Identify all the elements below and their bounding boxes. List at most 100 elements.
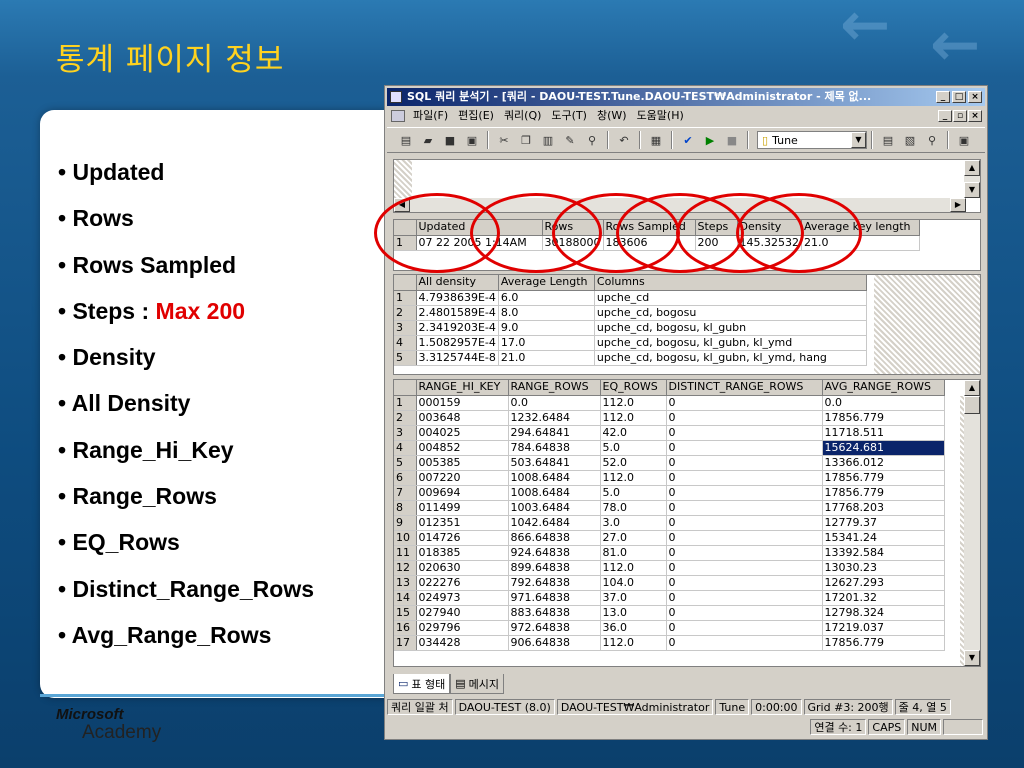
- table-cell[interactable]: 005385: [416, 455, 509, 471]
- table-cell[interactable]: 17856.779: [822, 470, 945, 486]
- table-cell[interactable]: upche_cd, bogosu, kl_gubn, kl_ymd, hang: [594, 350, 867, 366]
- display-plan-icon[interactable]: ⚲: [924, 132, 940, 148]
- table-cell[interactable]: 866.64838: [508, 530, 601, 546]
- tab-messages[interactable]: ▤ 메시지: [450, 674, 505, 694]
- column-header[interactable]: AVG_RANGE_ROWS: [822, 380, 945, 396]
- table-cell[interactable]: 5.0: [600, 440, 667, 456]
- tab-grid[interactable]: ▭ 표 형태: [393, 674, 451, 694]
- table-cell[interactable]: 0.0: [822, 395, 945, 411]
- table-cell[interactable]: 15341.24: [822, 530, 945, 546]
- table-cell[interactable]: 971.64838: [508, 590, 601, 606]
- menu-item[interactable]: 도움말(H): [632, 107, 689, 125]
- table-cell[interactable]: 81.0: [600, 545, 667, 561]
- table-cell[interactable]: 6.0: [498, 290, 595, 306]
- table-cell[interactable]: 0: [666, 470, 823, 486]
- table-row[interactable]: 12 020630 899.64838 112.0 0 13030.23: [394, 560, 945, 576]
- stop-icon[interactable]: ■: [724, 132, 740, 148]
- object-browser-icon[interactable]: ▤: [880, 132, 896, 148]
- table-cell[interactable]: 1042.6484: [508, 515, 601, 531]
- table-cell[interactable]: 024973: [416, 590, 509, 606]
- table-cell[interactable]: 13392.584: [822, 545, 945, 561]
- table-cell[interactable]: 007220: [416, 470, 509, 486]
- table-cell[interactable]: 42.0: [600, 425, 667, 441]
- histogram-vertical-scrollbar[interactable]: ▲ ▼: [964, 380, 980, 666]
- table-cell[interactable]: 906.64838: [508, 635, 601, 651]
- table-cell[interactable]: 004025: [416, 425, 509, 441]
- table-row[interactable]: 5 3.3125744E-8 21.0 upche_cd, bogosu, kl_gu…: [394, 350, 867, 366]
- table-cell[interactable]: 17768.203: [822, 500, 945, 516]
- table-cell[interactable]: 0: [666, 635, 823, 651]
- table-cell[interactable]: 17.0: [498, 335, 595, 351]
- table-cell[interactable]: 0: [666, 425, 823, 441]
- clear-icon[interactable]: ✎: [562, 132, 578, 148]
- column-header[interactable]: Average Length: [498, 275, 595, 291]
- table-cell[interactable]: 9.0: [498, 320, 595, 336]
- table-cell[interactable]: 0: [666, 545, 823, 561]
- table-cell[interactable]: 027940: [416, 605, 509, 621]
- menu-item[interactable]: 쿼리(Q): [499, 107, 546, 125]
- table-cell[interactable]: upche_cd, bogosu: [594, 305, 867, 321]
- table-cell[interactable]: 8.0: [498, 305, 595, 321]
- table-cell[interactable]: 972.64838: [508, 620, 601, 636]
- table-cell[interactable]: 0: [666, 410, 823, 426]
- table-cell[interactable]: 36.0: [600, 620, 667, 636]
- paste-icon[interactable]: ▥: [540, 132, 556, 148]
- table-cell[interactable]: 13.0: [600, 605, 667, 621]
- table-cell[interactable]: 0: [666, 455, 823, 471]
- column-header[interactable]: RANGE_HI_KEY: [416, 380, 509, 396]
- execute-icon[interactable]: ▶: [702, 132, 718, 148]
- table-cell[interactable]: upche_cd, bogosu, kl_gubn, kl_ymd: [594, 335, 867, 351]
- table-cell[interactable]: 003648: [416, 410, 509, 426]
- save-icon[interactable]: ■: [442, 132, 458, 148]
- table-row[interactable]: 7 009694 1008.6484 5.0 0 17856.779: [394, 485, 945, 501]
- column-header[interactable]: EQ_ROWS: [600, 380, 667, 396]
- table-cell[interactable]: 0: [666, 575, 823, 591]
- table-cell[interactable]: 503.64841: [508, 455, 601, 471]
- table-row[interactable]: 14 024973 971.64838 37.0 0 17201.32: [394, 590, 945, 606]
- child-restore-button[interactable]: ▫: [953, 110, 967, 122]
- table-cell[interactable]: 0.0: [508, 395, 601, 411]
- table-row[interactable]: 16 029796 972.64838 36.0 0 17219.037: [394, 620, 945, 636]
- results-grid-icon[interactable]: ▦: [648, 132, 664, 148]
- database-select[interactable]: ▯ Tune ▼: [757, 131, 867, 149]
- options-icon[interactable]: ▣: [956, 132, 972, 148]
- table-cell[interactable]: 784.64838: [508, 440, 601, 456]
- table-cell[interactable]: 0: [666, 500, 823, 516]
- table-cell[interactable]: 883.64838: [508, 605, 601, 621]
- find-icon[interactable]: ⚲: [584, 132, 600, 148]
- table-cell[interactable]: 5.0: [600, 485, 667, 501]
- table-cell[interactable]: 112.0: [600, 395, 667, 411]
- object-search-icon[interactable]: ▧: [902, 132, 918, 148]
- table-row[interactable]: 1 000159 0.0 112.0 0 0.0: [394, 395, 945, 411]
- menu-item[interactable]: 파일(F): [408, 107, 453, 125]
- table-row[interactable]: 8 011499 1003.6484 78.0 0 17768.203: [394, 500, 945, 516]
- density-grid[interactable]: All density Average Length Columns 1 4.79386…: [393, 274, 981, 375]
- insert-template-icon[interactable]: ▣: [464, 132, 480, 148]
- menu-item[interactable]: 창(W): [592, 107, 632, 125]
- table-cell[interactable]: 12779.37: [822, 515, 945, 531]
- table-row[interactable]: 2 2.4801589E-4 8.0 upche_cd, bogosu: [394, 305, 867, 321]
- table-cell[interactable]: 011499: [416, 500, 509, 516]
- table-cell[interactable]: 0: [666, 605, 823, 621]
- table-cell[interactable]: 3.3125744E-8: [416, 350, 499, 366]
- table-row[interactable]: 11 018385 924.64838 81.0 0 13392.584: [394, 545, 945, 561]
- table-cell[interactable]: 2.3419203E-4: [416, 320, 499, 336]
- table-cell[interactable]: 1008.6484: [508, 470, 601, 486]
- table-row[interactable]: 1 4.7938639E-4 6.0 upche_cd: [394, 290, 867, 306]
- child-close-button[interactable]: ×: [968, 110, 982, 122]
- parse-check-icon[interactable]: ✔: [680, 132, 696, 148]
- table-cell[interactable]: 009694: [416, 485, 509, 501]
- column-header[interactable]: RANGE_ROWS: [508, 380, 601, 396]
- table-row[interactable]: 2 003648 1232.6484 112.0 0 17856.779: [394, 410, 945, 426]
- table-cell[interactable]: 27.0: [600, 530, 667, 546]
- table-cell[interactable]: 2.4801589E-4: [416, 305, 499, 321]
- table-cell[interactable]: 294.64841: [508, 425, 601, 441]
- chevron-down-icon[interactable]: ▼: [851, 132, 866, 148]
- table-cell[interactable]: 0: [666, 560, 823, 576]
- table-cell[interactable]: 0: [666, 590, 823, 606]
- table-row[interactable]: 4 004852 784.64838 5.0 0 15624.681: [394, 440, 945, 456]
- table-cell[interactable]: 0: [666, 485, 823, 501]
- table-cell[interactable]: 21.0: [498, 350, 595, 366]
- table-cell[interactable]: 0: [666, 515, 823, 531]
- table-cell[interactable]: 12627.293: [822, 575, 945, 591]
